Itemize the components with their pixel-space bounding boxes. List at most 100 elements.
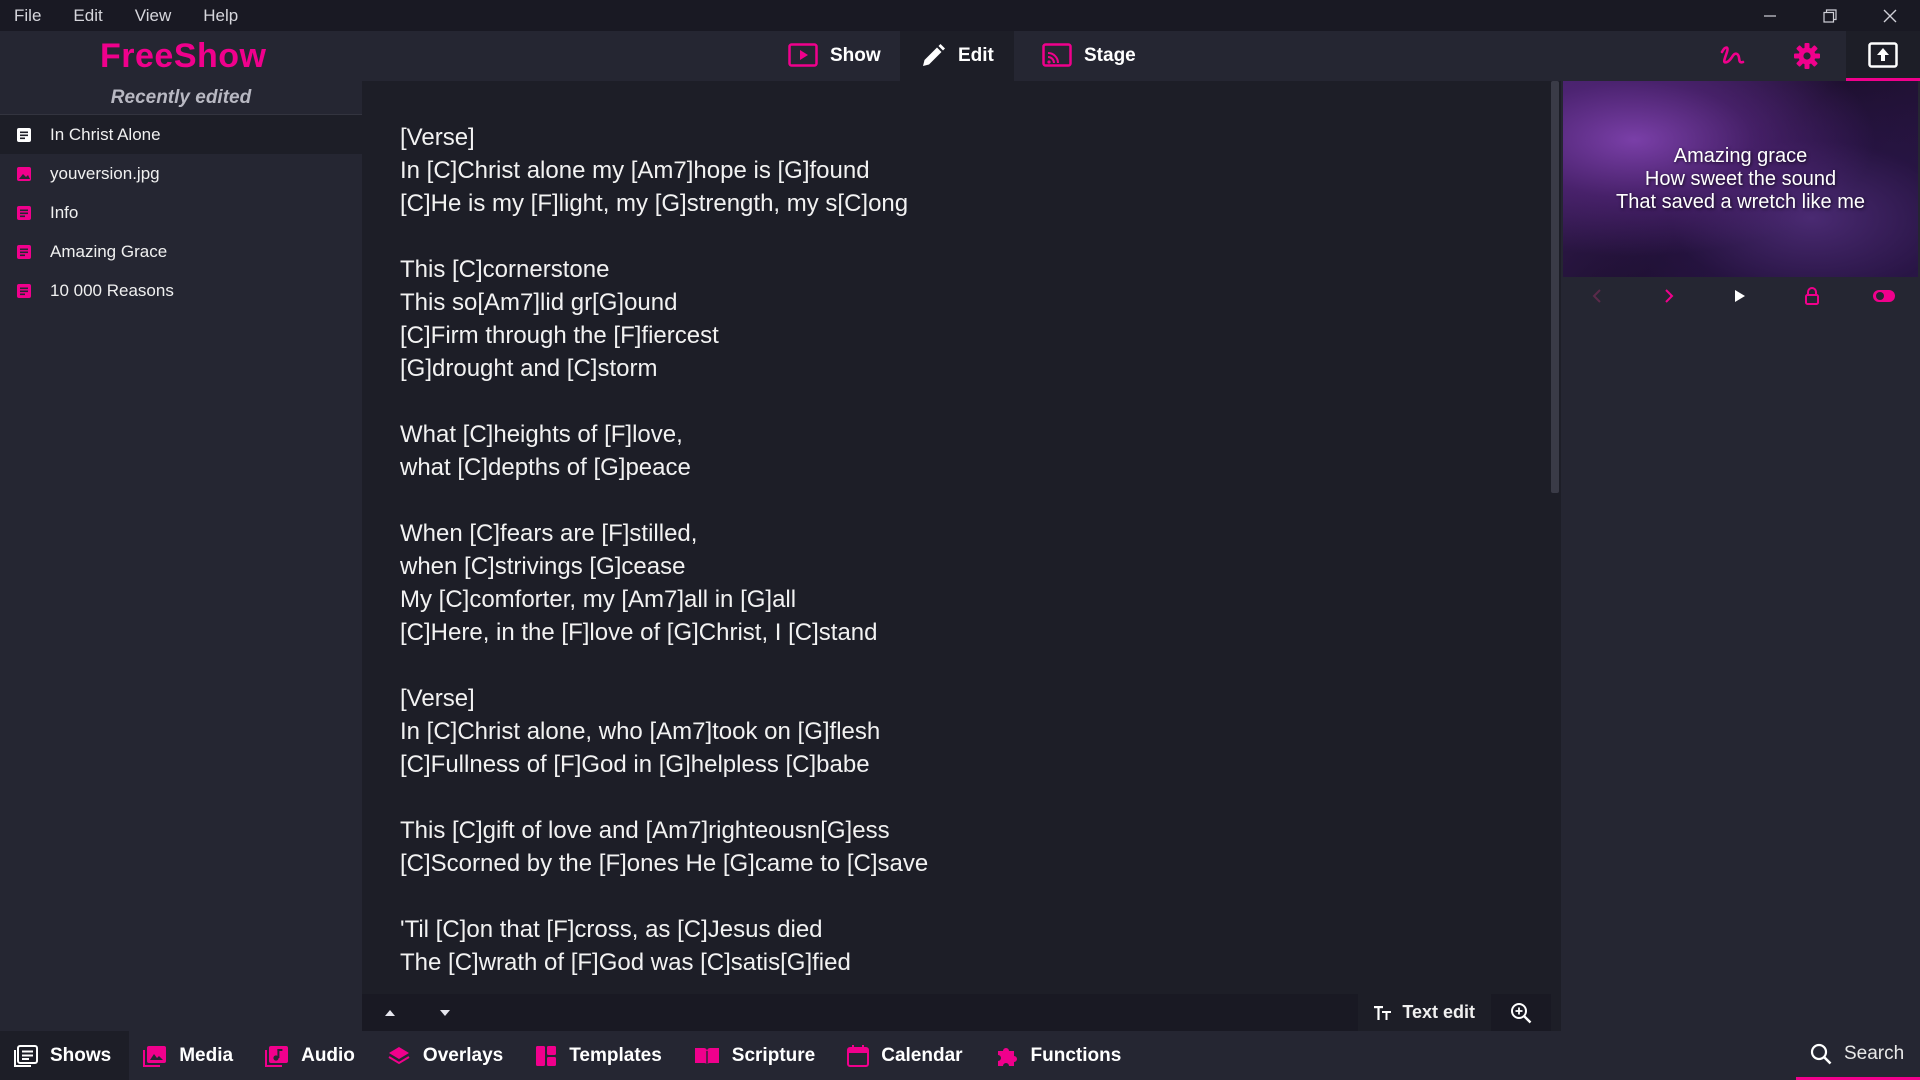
- media-icon: [143, 1045, 167, 1067]
- lyric-line[interactable]: My [C]comforter, my [Am7]all in [G]all: [400, 583, 1500, 616]
- previous-slide-button[interactable]: [362, 994, 417, 1031]
- preview-controls: [1561, 277, 1920, 315]
- minimize-icon: [1764, 14, 1776, 17]
- recently-edited-panel: Recently edited In Christ Alone youversi…: [0, 81, 362, 1031]
- preview-line: Amazing grace: [1673, 144, 1808, 167]
- lyric-line[interactable]: This so[Am7]lid gr[G]ound: [400, 286, 1500, 319]
- lyric-line[interactable]: [Verse]: [400, 121, 1500, 154]
- drawer-tab-audio[interactable]: Audio: [251, 1031, 373, 1080]
- lyric-line[interactable]: This [C]gift of love and [Am7]righteousn…: [400, 814, 1500, 847]
- recent-item-label: 10 000 Reasons: [50, 280, 174, 300]
- drawer-tab-templates[interactable]: Templates: [521, 1031, 680, 1080]
- lyric-line[interactable]: [C]Fullness of [F]God in [G]helpless [C]…: [400, 748, 1500, 781]
- recent-item-amazing-grace[interactable]: Amazing Grace: [0, 232, 362, 271]
- lyric-line[interactable]: when [C]strivings [G]cease: [400, 550, 1500, 583]
- drawer-tab-bar: Shows Media Audio Overlays Templates Scr…: [0, 1031, 1920, 1080]
- show-icon: [17, 205, 31, 220]
- lyrics-editor[interactable]: [Verse] In [C]Christ alone my [Am7]hope i…: [362, 81, 1561, 1031]
- recent-item-info[interactable]: Info: [0, 193, 362, 232]
- lyric-line[interactable]: what [C]depths of [G]peace: [400, 451, 1500, 484]
- lyric-line[interactable]: [400, 880, 1500, 913]
- lyric-line[interactable]: [400, 385, 1500, 418]
- zoom-in-icon: [1511, 1002, 1532, 1023]
- menu-file[interactable]: File: [14, 6, 41, 26]
- lyric-line[interactable]: In [C]Christ alone my [Am7]hope is [G]fo…: [400, 154, 1500, 187]
- lyric-line[interactable]: [C]He is my [F]light, my [G]strength, my…: [400, 187, 1500, 220]
- lyric-line[interactable]: This [C]cornerstone: [400, 253, 1500, 286]
- drawer-tab-label: Audio: [301, 1044, 355, 1066]
- scrollbar-thumb[interactable]: [1551, 81, 1559, 493]
- drawer-tab-scripture[interactable]: Scripture: [680, 1031, 833, 1080]
- show-icon: [17, 244, 31, 259]
- drawer-tab-functions[interactable]: Functions: [981, 1031, 1140, 1080]
- drawer-search[interactable]: Search: [1796, 1031, 1920, 1080]
- preview-line: That saved a wretch like me: [1616, 190, 1865, 213]
- overlays-icon: [388, 1046, 410, 1064]
- lyric-line[interactable]: [C]Here, in the [F]love of [G]Christ, I …: [400, 616, 1500, 649]
- lyric-line[interactable]: [C]Firm through the [F]fiercest: [400, 319, 1500, 352]
- text-format-icon: [1374, 1005, 1392, 1020]
- editor-toolbar: Text edit: [362, 994, 1551, 1031]
- settings-button[interactable]: [1770, 31, 1844, 81]
- drawer-tab-shows[interactable]: Shows: [0, 1031, 130, 1080]
- templates-icon: [536, 1045, 557, 1066]
- shows-icon: [14, 1044, 38, 1067]
- previous-button[interactable]: [1577, 277, 1617, 315]
- text-edit-label: Text edit: [1402, 1002, 1475, 1022]
- toggle-output-button[interactable]: [1864, 277, 1904, 315]
- show-icon: [17, 127, 31, 142]
- drawer-tab-label: Templates: [569, 1044, 662, 1066]
- preview-line: How sweet the sound: [1644, 167, 1837, 190]
- lyric-line[interactable]: [400, 484, 1500, 517]
- lyric-line[interactable]: [Verse]: [400, 682, 1500, 715]
- tab-show-label: Show: [830, 45, 881, 66]
- text-edit-button[interactable]: Text edit: [1358, 994, 1491, 1031]
- close-window-button[interactable]: [1860, 0, 1920, 31]
- drawer-tab-calendar[interactable]: Calendar: [833, 1031, 980, 1080]
- drawer-tab-label: Calendar: [881, 1044, 963, 1066]
- minimize-button[interactable]: [1740, 0, 1800, 31]
- menu-edit[interactable]: Edit: [73, 6, 102, 26]
- lyric-line[interactable]: The [C]wrath of [F]God was [C]satis[G]fi…: [400, 946, 1500, 979]
- menu-view[interactable]: View: [135, 6, 172, 26]
- lyric-line[interactable]: 'Til [C]on that [F]cross, as [C]Jesus di…: [400, 913, 1500, 946]
- recent-item-label: In Christ Alone: [50, 124, 161, 144]
- lock-button[interactable]: [1792, 277, 1832, 315]
- tab-show[interactable]: Show: [768, 31, 901, 81]
- zoom-button[interactable]: [1491, 994, 1551, 1031]
- chevron-left-icon: [1592, 289, 1601, 303]
- lyric-line[interactable]: [400, 649, 1500, 682]
- play-button[interactable]: [1720, 277, 1760, 315]
- recent-item-10000-reasons[interactable]: 10 000 Reasons: [0, 271, 362, 310]
- lyric-line[interactable]: In [C]Christ alone, who [Am7]took on [G]…: [400, 715, 1500, 748]
- restore-icon: [1823, 8, 1837, 23]
- lyrics-text-area[interactable]: [Verse] In [C]Christ alone my [Am7]hope i…: [400, 121, 1500, 979]
- lyric-line[interactable]: [G]drought and [C]storm: [400, 352, 1500, 385]
- lyric-line[interactable]: When [C]fears are [F]stilled,: [400, 517, 1500, 550]
- drawer-tab-label: Media: [179, 1044, 234, 1066]
- lyric-line[interactable]: What [C]heights of [F]love,: [400, 418, 1500, 451]
- recent-item-label: youversion.jpg: [50, 163, 160, 183]
- next-slide-button[interactable]: [417, 994, 472, 1031]
- output-preview[interactable]: Amazing grace How sweet the sound That s…: [1563, 81, 1918, 277]
- menu-help[interactable]: Help: [203, 6, 238, 26]
- recent-item-in-christ-alone[interactable]: In Christ Alone: [0, 115, 362, 154]
- drawer-tab-label: Functions: [1030, 1044, 1122, 1066]
- toggle-icon: [1873, 290, 1896, 302]
- drawer-tab-media[interactable]: Media: [129, 1031, 251, 1080]
- recent-item-label: Info: [50, 202, 79, 222]
- menu-bar: File Edit View Help: [0, 0, 1920, 31]
- output-button[interactable]: [1846, 31, 1920, 81]
- tab-edit[interactable]: Edit: [900, 31, 1014, 81]
- lyric-line[interactable]: [400, 220, 1500, 253]
- drawer-tab-overlays[interactable]: Overlays: [373, 1031, 521, 1080]
- drawing-button[interactable]: [1696, 31, 1770, 81]
- restore-button[interactable]: [1800, 0, 1860, 31]
- lyric-line[interactable]: [C]Scorned by the [F]ones He [G]came to …: [400, 847, 1500, 880]
- lyric-line[interactable]: [400, 781, 1500, 814]
- editor-scrollbar[interactable]: [1551, 81, 1561, 1031]
- recent-item-youversion[interactable]: youversion.jpg: [0, 154, 362, 193]
- tab-stage[interactable]: Stage: [1022, 31, 1156, 81]
- search-icon: [1810, 1043, 1832, 1065]
- next-button[interactable]: [1649, 277, 1689, 315]
